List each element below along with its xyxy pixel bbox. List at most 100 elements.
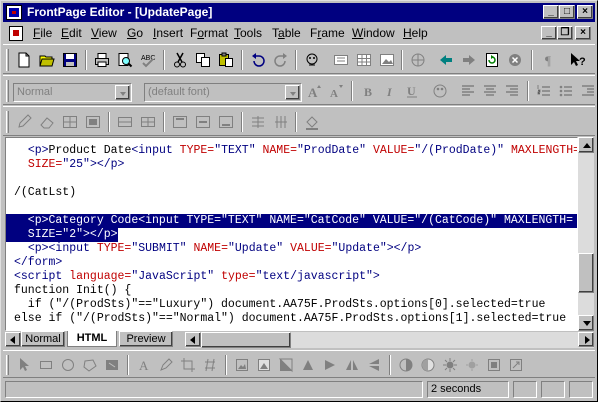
menu-window[interactable]: Window <box>352 26 395 40</box>
bold-button[interactable]: B <box>357 81 379 101</box>
font-select[interactable]: (default font) <box>144 83 302 102</box>
spelling-button[interactable]: ABC <box>137 50 159 70</box>
less-contrast-button[interactable] <box>417 355 439 375</box>
insert-table-button[interactable] <box>353 50 375 70</box>
align-top-button[interactable] <box>169 112 191 132</box>
menu-view[interactable]: View <box>91 26 117 40</box>
numbered-list-button[interactable] <box>533 81 555 101</box>
webbot-button[interactable] <box>301 50 323 70</box>
washout-button[interactable] <box>253 355 275 375</box>
code-line[interactable]: <p>Product Date<input TYPE="TEXT" NAME="… <box>14 144 577 158</box>
bullet-list-button[interactable] <box>555 81 577 101</box>
code-line[interactable]: if ("/(ProdSts)"=="Luxury") document.AA7… <box>14 298 546 312</box>
insert-rows-button[interactable] <box>59 112 81 132</box>
mdi-close-button[interactable]: × <box>575 26 591 40</box>
bevel-button[interactable] <box>483 355 505 375</box>
mdi-minimize-button[interactable]: _ <box>541 26 557 40</box>
rotate-right-button[interactable] <box>319 355 341 375</box>
tab-html[interactable]: HTML <box>67 331 117 347</box>
code-line[interactable]: else if ("/(ProdSts)"=="Normal") documen… <box>14 312 566 326</box>
menu-edit[interactable]: Edit <box>61 26 82 40</box>
draw-table-button[interactable] <box>13 112 35 132</box>
scroll-right-button[interactable] <box>578 332 594 347</box>
toolbar-grip[interactable] <box>6 80 9 102</box>
redo-button[interactable] <box>270 50 292 70</box>
decrease-font-size-button[interactable]: A <box>326 81 348 101</box>
code-line[interactable]: function Init() { <box>14 284 131 298</box>
tab-preview[interactable]: Preview <box>119 331 173 347</box>
text-tool-button[interactable]: A <box>133 355 155 375</box>
restore-button[interactable] <box>231 355 253 375</box>
tab-scroll-left-button[interactable] <box>5 332 21 347</box>
cut-button[interactable] <box>169 50 191 70</box>
menu-file[interactable]: File <box>33 26 52 40</box>
scroll-up-button[interactable] <box>578 137 594 153</box>
distribute-rows-button[interactable] <box>247 112 269 132</box>
title-bar[interactable]: FrontPage Editor - [UpdatePage] _ □ × <box>3 3 595 22</box>
align-center-button[interactable] <box>479 81 501 101</box>
print-button[interactable] <box>91 50 113 70</box>
print-preview-button[interactable] <box>114 50 136 70</box>
menu-format[interactable]: Format <box>190 26 228 40</box>
paste-button[interactable] <box>215 50 237 70</box>
horizontal-scrollbar[interactable] <box>185 332 594 348</box>
toolbar-grip[interactable] <box>6 49 9 71</box>
align-left-button[interactable] <box>457 81 479 101</box>
align-right-button[interactable] <box>501 81 523 101</box>
menu-help[interactable]: Help <box>403 26 428 40</box>
refresh-button[interactable] <box>481 50 503 70</box>
split-cells-button[interactable] <box>137 112 159 132</box>
open-button[interactable] <box>36 50 58 70</box>
hyperlink-button[interactable] <box>407 50 429 70</box>
crop-button[interactable] <box>177 355 199 375</box>
flip-vertical-button[interactable] <box>363 355 385 375</box>
more-contrast-button[interactable] <box>395 355 417 375</box>
underline-button[interactable]: U <box>401 81 423 101</box>
code-line[interactable]: /(CatLst) <box>14 186 76 200</box>
app-icon[interactable] <box>6 5 22 20</box>
selected-code-line[interactable]: SIZE="2"></p> <box>6 228 118 242</box>
insert-image-button[interactable] <box>376 50 398 70</box>
toolbar-grip[interactable] <box>6 355 9 375</box>
text-color-button[interactable] <box>429 81 451 101</box>
circle-hotspot-button[interactable] <box>57 355 79 375</box>
increase-font-size-button[interactable]: A <box>304 81 326 101</box>
selected-code-line[interactable]: <p>Category Code<input TYPE="TEXT" NAME=… <box>6 214 577 228</box>
html-editor[interactable]: <p>Product Date<input TYPE="TEXT" NAME="… <box>5 137 578 331</box>
mdi-restore-button[interactable]: ❐ <box>557 26 573 40</box>
undo-button[interactable] <box>247 50 269 70</box>
maximize-button[interactable]: □ <box>559 5 575 19</box>
menu-tools[interactable]: Tools <box>234 26 262 40</box>
code-line[interactable]: SIZE="25"></p> <box>14 158 125 172</box>
distribute-columns-button[interactable] <box>270 112 292 132</box>
menu-insert[interactable]: Insert <box>153 26 183 40</box>
rotate-left-button[interactable] <box>297 355 319 375</box>
scroll-down-button[interactable] <box>578 315 594 331</box>
less-brightness-button[interactable] <box>461 355 483 375</box>
save-button[interactable] <box>59 50 81 70</box>
indent-button[interactable] <box>577 81 598 101</box>
make-transparent-button[interactable] <box>155 355 177 375</box>
menu-go[interactable]: Go <box>127 26 143 40</box>
rectangle-hotspot-button[interactable] <box>35 355 57 375</box>
forward-button[interactable] <box>458 50 480 70</box>
toolbar-grip[interactable] <box>6 111 9 133</box>
align-bottom-button[interactable] <box>215 112 237 132</box>
black-and-white-button[interactable] <box>275 355 297 375</box>
resample-button[interactable] <box>505 355 527 375</box>
copy-button[interactable] <box>192 50 214 70</box>
merge-cells-button[interactable] <box>114 112 136 132</box>
chevron-down-icon[interactable] <box>115 85 130 100</box>
code-line[interactable]: <script language="JavaScript" type="text… <box>14 270 380 284</box>
cell-background-button[interactable] <box>301 112 323 132</box>
style-select[interactable]: Normal <box>13 83 132 102</box>
show-paragraph-marks-button[interactable]: ¶ <box>539 50 561 70</box>
close-button[interactable]: × <box>577 5 593 19</box>
help-button[interactable]: ? <box>567 50 589 70</box>
chevron-down-icon[interactable] <box>285 85 300 100</box>
back-button[interactable] <box>435 50 457 70</box>
vertical-scrollbar[interactable] <box>578 137 594 331</box>
italic-button[interactable]: I <box>379 81 401 101</box>
scroll-thumb[interactable] <box>578 253 594 293</box>
more-brightness-button[interactable] <box>439 355 461 375</box>
